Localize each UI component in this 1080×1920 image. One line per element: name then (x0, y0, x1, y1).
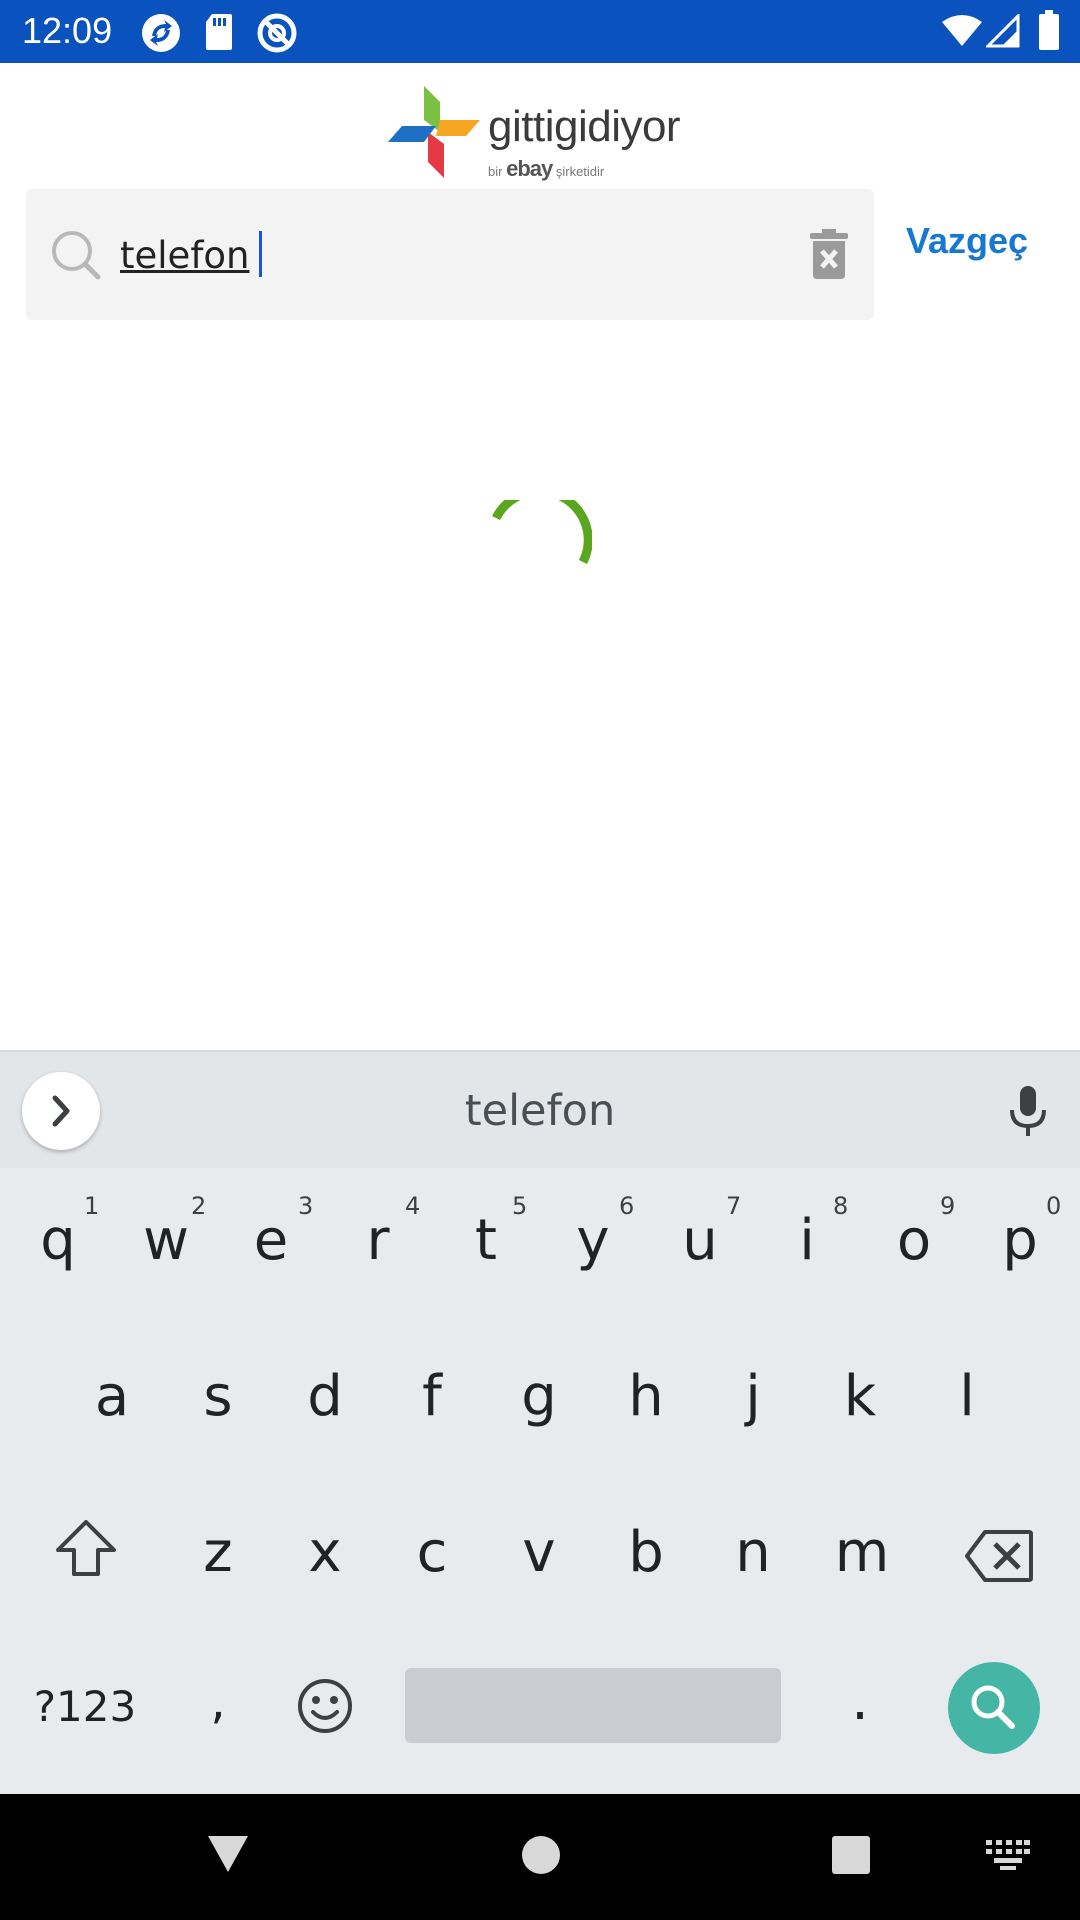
suggestion-word[interactable]: telefon (0, 1086, 1080, 1136)
key-i-hint: 8 (833, 1192, 849, 1220)
key-s[interactable]: s (178, 1364, 258, 1429)
key-r-hint: 4 (405, 1192, 421, 1220)
key-p-hint: 0 (1046, 1192, 1062, 1220)
battery-icon (1038, 10, 1060, 55)
key-a[interactable]: a (72, 1364, 152, 1429)
app-sync-icon (140, 12, 182, 59)
key-n[interactable]: n (713, 1520, 793, 1585)
signal-icon (984, 12, 1020, 53)
keyboard-switch-icon[interactable] (986, 1840, 1030, 1875)
key-j[interactable]: j (713, 1364, 793, 1429)
emoji-icon (298, 1679, 352, 1733)
search-icon (971, 1685, 1015, 1729)
sd-card-icon (204, 12, 234, 57)
logo-tagline-brand: ebay (506, 156, 553, 181)
emoji-key[interactable] (295, 1676, 355, 1750)
status-bar: 12:09 (0, 0, 1080, 63)
wifi-icon (942, 14, 982, 53)
key-h[interactable]: h (606, 1364, 686, 1429)
keyboard-search-button[interactable] (948, 1662, 1040, 1754)
key-q-hint: 1 (84, 1192, 100, 1220)
back-icon[interactable] (206, 1832, 250, 1881)
clear-search-icon[interactable] (810, 229, 848, 284)
pinwheel-logo-icon (388, 86, 480, 178)
gittigidiyor-logo: gittigidiyor bir ebay şirketidir (388, 84, 688, 182)
recents-icon[interactable] (830, 1834, 872, 1881)
shift-icon (56, 1520, 116, 1576)
key-m[interactable]: m (820, 1520, 904, 1585)
key-d[interactable]: d (285, 1364, 365, 1429)
suggestion-strip: telefon (0, 1050, 1080, 1168)
shift-key[interactable] (44, 1518, 128, 1592)
cancel-button[interactable]: Vazgeç (906, 220, 1028, 262)
logo-tagline-suffix: şirketidir (555, 164, 605, 179)
logo-tagline-prefix: bir (488, 164, 503, 179)
status-time: 12:09 (22, 10, 113, 51)
microphone-icon[interactable] (1008, 1086, 1048, 1143)
search-input[interactable] (120, 225, 720, 285)
backspace-icon (965, 1530, 1033, 1582)
home-icon[interactable] (520, 1834, 562, 1881)
period-key[interactable]: . (820, 1668, 900, 1733)
key-k[interactable]: k (820, 1364, 900, 1429)
key-e-hint: 3 (298, 1192, 314, 1220)
space-key[interactable] (405, 1668, 781, 1743)
search-icon (50, 229, 102, 286)
logo-tagline: bir ebay şirketidir (488, 156, 604, 182)
search-box[interactable] (26, 189, 874, 320)
key-f[interactable]: f (392, 1364, 472, 1429)
do-not-disturb-icon (256, 12, 298, 59)
key-u-hint: 7 (726, 1192, 742, 1220)
logo-wordmark: gittigidiyor (488, 102, 681, 151)
key-g[interactable]: g (499, 1364, 579, 1429)
key-b[interactable]: b (606, 1520, 686, 1585)
key-z[interactable]: z (178, 1520, 258, 1585)
key-l[interactable]: l (927, 1364, 1007, 1429)
comma-key[interactable]: , (178, 1674, 258, 1730)
key-w-hint: 2 (191, 1192, 207, 1220)
symbols-key[interactable]: ?123 (24, 1682, 146, 1731)
text-caret (259, 231, 262, 277)
key-o-hint: 9 (940, 1192, 956, 1220)
loading-spinner-icon (488, 486, 593, 609)
system-navigation-bar (0, 1794, 1080, 1920)
key-t-hint: 5 (512, 1192, 528, 1220)
key-v[interactable]: v (499, 1520, 579, 1585)
key-y-hint: 6 (619, 1192, 635, 1220)
backspace-key[interactable] (954, 1528, 1044, 1598)
key-x[interactable]: x (285, 1520, 365, 1585)
key-c[interactable]: c (392, 1520, 472, 1585)
